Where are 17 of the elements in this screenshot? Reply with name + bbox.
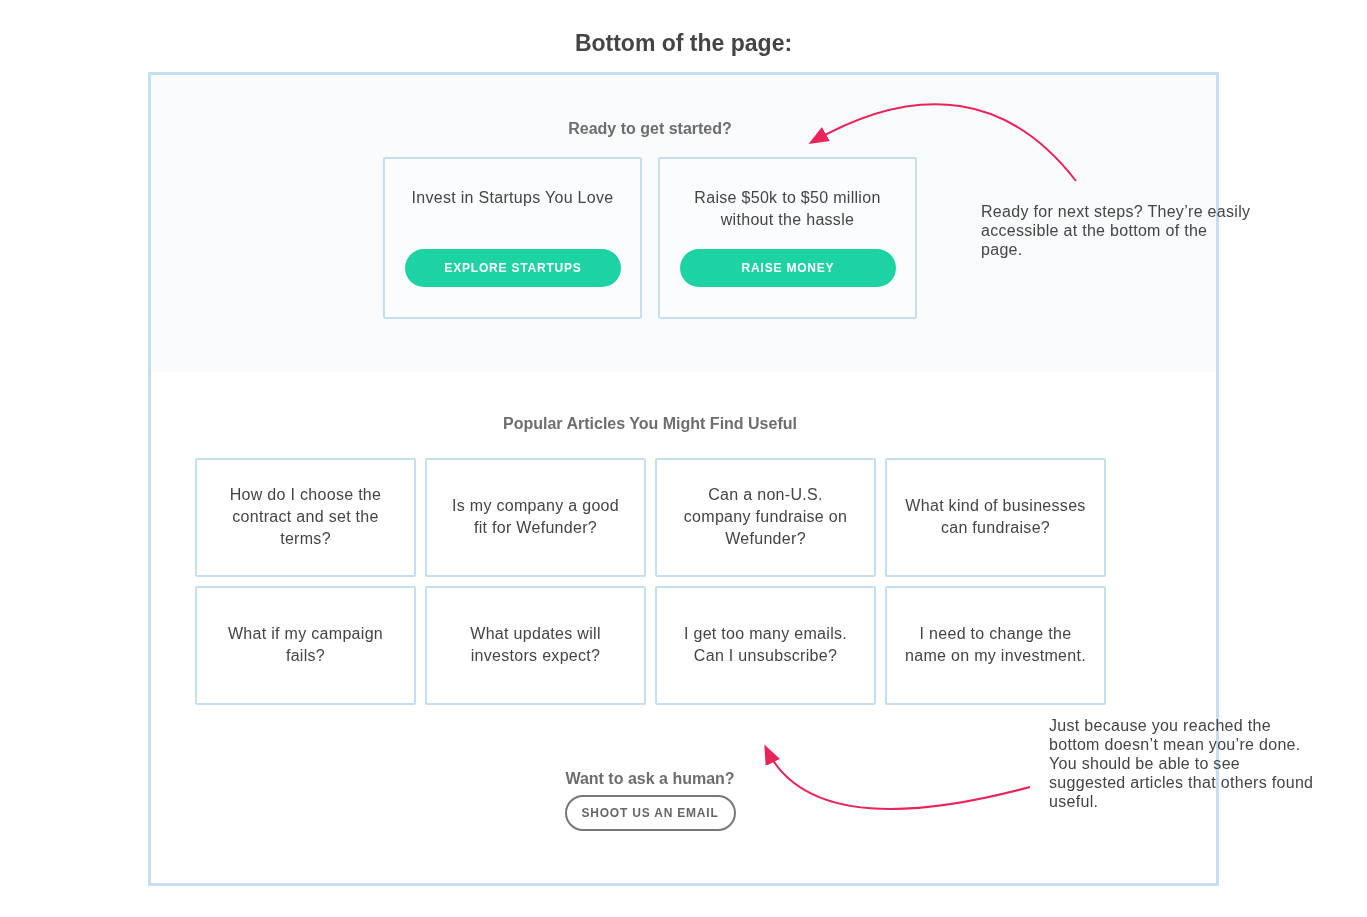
email-button[interactable]: SHOOT US AN EMAIL xyxy=(564,794,736,831)
annotation-text: Ready for next steps? They’re easily accessible at the bottom of the page. xyxy=(981,202,1251,259)
annotation-text: Just because you reached the bottom doesn’t mean you’re done. You should be able to see suggested articles that others found useful. xyxy=(1049,716,1314,811)
page-title: Bottom of the page: xyxy=(573,29,794,58)
article-link[interactable]: Is my company a good fit for Wefunder? xyxy=(425,457,646,577)
card-text: Raise $50k to $50 million without the hassle xyxy=(693,187,882,230)
article-link[interactable]: How do I choose the contract and set the terms? xyxy=(195,457,416,577)
article-link[interactable]: What kind of businesses can fundraise? xyxy=(885,457,1106,577)
card-text: Invest in Startups You Love xyxy=(410,187,615,208)
section-heading: Popular Articles You Might Find Useful xyxy=(502,413,798,434)
article-link[interactable]: Can a non-U.S. company fundraise on Wefunder? xyxy=(655,457,876,577)
article-link[interactable]: What updates will investors expect? xyxy=(425,585,646,705)
section-heading: Want to ask a human? xyxy=(565,768,735,789)
article-link[interactable]: I need to change the name on my investment. xyxy=(885,585,1106,705)
article-link[interactable]: What if my campaign fails? xyxy=(195,585,416,705)
article-link[interactable]: I get too many emails. Can I unsubscribe? xyxy=(655,585,876,705)
section-heading: Ready to get started? xyxy=(567,118,733,139)
